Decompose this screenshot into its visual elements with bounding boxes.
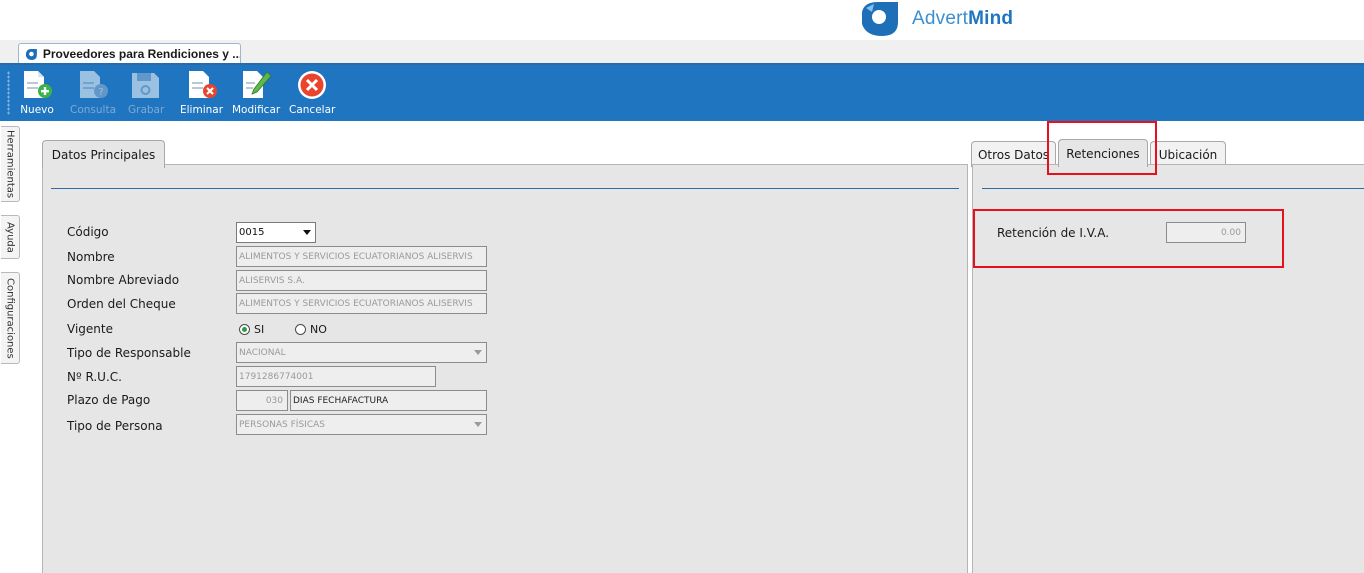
ruc-field[interactable]: 1791286774001: [236, 366, 436, 387]
vigente-label: Vigente: [67, 322, 113, 336]
orden-cheque-field[interactable]: ALIMENTOS Y SERVICIOS ECUATORIANOS ALISE…: [236, 293, 487, 314]
side-tab-ayuda-label: Ayuda: [4, 221, 16, 253]
nombre-abreviado-label: Nombre Abreviado: [67, 273, 180, 287]
consulta-button-label: Consulta: [70, 104, 117, 116]
query-document-icon: ?: [80, 71, 108, 98]
toolbar-grip[interactable]: [7, 71, 10, 115]
save-disk-icon: [132, 73, 160, 98]
eliminar-button[interactable]: Eliminar: [180, 69, 223, 119]
delete-document-icon: [188, 71, 217, 98]
grabar-button[interactable]: Grabar: [128, 69, 164, 119]
modificar-button-label: Modificar: [232, 104, 281, 116]
nombre-label: Nombre: [67, 250, 115, 264]
retencion-iva-label: Retención de I.V.A.: [997, 226, 1110, 240]
retencion-iva-field[interactable]: 0.00: [1166, 222, 1246, 243]
nombre-abreviado-field[interactable]: ALISERVIS S.A.: [236, 270, 487, 291]
tipo-responsable-select[interactable]: NACIONAL: [236, 342, 487, 363]
tipo-persona-select[interactable]: PERSONAS FÍSICAS: [236, 414, 487, 435]
consulta-button[interactable]: ? Consulta: [70, 69, 116, 119]
document-tab-icon: [25, 48, 37, 60]
panel-divider: [51, 188, 959, 189]
modificar-button[interactable]: Modificar: [232, 69, 280, 119]
chevron-down-icon: [474, 422, 482, 427]
eliminar-button-label: Eliminar: [180, 104, 224, 116]
grabar-button-label: Grabar: [128, 104, 165, 116]
side-tab-ayuda[interactable]: Ayuda: [1, 215, 20, 259]
tipo-persona-label: Tipo de Persona: [67, 419, 163, 433]
new-document-icon: [24, 71, 52, 98]
radio-unselected-icon: [295, 324, 306, 335]
codigo-combo[interactable]: 0015: [236, 222, 316, 243]
tipo-responsable-value: NACIONAL: [239, 347, 286, 358]
side-tab-configuraciones[interactable]: Configuraciones: [1, 272, 20, 364]
vigente-si-label: SI: [254, 323, 265, 336]
radio-selected-icon: [239, 324, 250, 335]
tab-ubicacion-label: Ubicación: [1158, 147, 1218, 162]
cancel-circle-icon: [298, 71, 327, 99]
logo-text-regular: Advert: [912, 8, 969, 29]
nuevo-button-label: Nuevo: [20, 104, 54, 116]
document-tab-label: Proveedores para Rendiciones y ...: [42, 47, 240, 61]
panel-divider: [982, 188, 1364, 189]
vigente-no-radio[interactable]: NO: [295, 323, 327, 336]
logo-text-bold: Mind: [968, 8, 1014, 29]
tab-datos-principales-label: Datos Principales: [51, 147, 156, 162]
advertmind-logo-icon: [862, 2, 898, 36]
tipo-responsable-label: Tipo de Responsable: [67, 346, 191, 360]
plazo-pago-label: Plazo de Pago: [67, 393, 151, 407]
cancelar-button[interactable]: Cancelar: [289, 69, 335, 119]
toolbar: Nuevo ? Consulta Grabar Eliminar Modific…: [0, 63, 1364, 121]
tab-retenciones[interactable]: Retenciones: [1058, 139, 1148, 167]
tipo-persona-value: PERSONAS FÍSICAS: [239, 419, 325, 430]
tab-datos-principales[interactable]: Datos Principales: [42, 140, 165, 168]
logo-text: AdvertMind: [912, 8, 1013, 30]
plazo-pago-description-field[interactable]: DIAS FECHAFACTURA: [290, 390, 487, 411]
plazo-pago-days-field[interactable]: 030: [236, 390, 288, 411]
advertmind-logo: AdvertMind: [858, 0, 1013, 38]
nombre-field[interactable]: ALIMENTOS Y SERVICIOS ECUATORIANOS ALISE…: [236, 246, 487, 267]
side-tab-herramientas-label: Herramientas: [4, 129, 16, 199]
vigente-si-radio[interactable]: SI: [239, 323, 264, 336]
ruc-label: Nº R.U.C.: [67, 370, 122, 384]
cancelar-button-label: Cancelar: [289, 104, 336, 116]
orden-cheque-label: Orden del Cheque: [67, 297, 176, 311]
side-tab-configuraciones-label: Configuraciones: [4, 277, 16, 359]
codigo-label: Código: [67, 225, 109, 239]
nuevo-button[interactable]: Nuevo: [20, 69, 54, 119]
svg-text:?: ?: [98, 87, 103, 98]
app-window: AdvertMind Proveedores para Rendiciones …: [0, 0, 1364, 573]
tab-otros-datos-label: Otros Datos: [977, 147, 1050, 162]
document-tab[interactable]: Proveedores para Rendiciones y ...: [18, 43, 241, 64]
chevron-down-icon: [303, 230, 311, 235]
codigo-value: 0015: [239, 227, 265, 238]
chevron-down-icon: [474, 350, 482, 355]
side-tab-herramientas[interactable]: Herramientas: [1, 126, 20, 202]
vigente-no-label: NO: [310, 323, 327, 336]
datos-principales-panel: [42, 164, 968, 573]
tab-retenciones-label: Retenciones: [1066, 146, 1140, 161]
edit-pencil-icon: [243, 71, 272, 98]
